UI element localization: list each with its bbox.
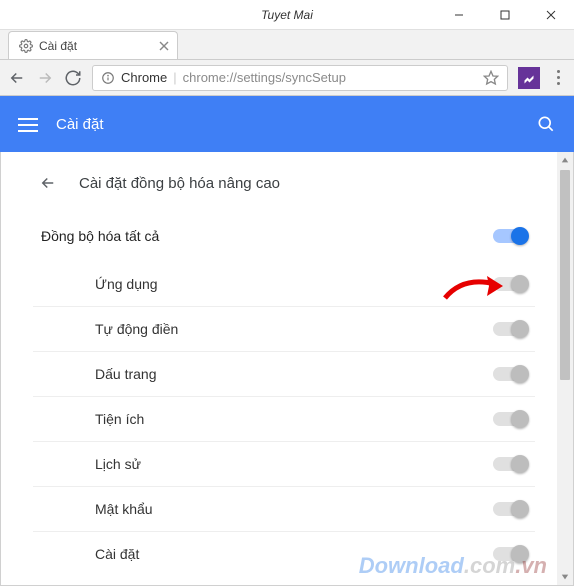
back-button[interactable] bbox=[8, 69, 26, 87]
section-title: Cài đặt đồng bộ hóa nâng cao bbox=[79, 175, 280, 192]
sync-item-row: Tiện ích bbox=[33, 397, 535, 442]
scrollbar[interactable] bbox=[557, 152, 573, 585]
sync-item-toggle[interactable] bbox=[493, 457, 527, 471]
sync-item-row: Ứng dụng bbox=[33, 262, 535, 307]
sync-item-toggle[interactable] bbox=[493, 322, 527, 336]
sync-item-row: Dấu trang bbox=[33, 352, 535, 397]
sync-item-label: Tự động điền bbox=[95, 321, 178, 337]
gear-icon bbox=[19, 39, 33, 53]
close-window-button[interactable] bbox=[528, 0, 574, 30]
tab-strip: Cài đặt bbox=[0, 30, 574, 60]
sync-item-label: Mật khẩu bbox=[95, 501, 153, 517]
scroll-down-icon[interactable] bbox=[557, 569, 573, 585]
sync-item-toggle[interactable] bbox=[493, 367, 527, 381]
sync-all-label: Đồng bộ hóa tất cả bbox=[41, 228, 159, 244]
settings-header: Cài đặt bbox=[0, 96, 574, 152]
bookmark-star-icon[interactable] bbox=[483, 70, 499, 86]
sync-item-label: Cài đặt bbox=[95, 546, 139, 562]
sync-item-row: Lịch sử bbox=[33, 442, 535, 487]
watermark-text: Download bbox=[359, 553, 464, 578]
settings-content: Cài đặt đồng bộ hóa nâng cao Đồng bộ hóa… bbox=[15, 152, 553, 585]
sync-item-label: Dấu trang bbox=[95, 366, 156, 382]
site-info-icon[interactable] bbox=[101, 71, 115, 85]
content-area: Cài đặt đồng bộ hóa nâng cao Đồng bộ hóa… bbox=[0, 152, 574, 586]
sync-item-row: Tự động điền bbox=[33, 307, 535, 352]
tab-settings[interactable]: Cài đặt bbox=[8, 31, 178, 59]
watermark: Download.com.vn bbox=[359, 553, 547, 579]
address-prefix: Chrome bbox=[121, 70, 167, 85]
section-header: Cài đặt đồng bộ hóa nâng cao bbox=[33, 174, 535, 214]
address-bar: Chrome | chrome://settings/syncSetup bbox=[0, 60, 574, 96]
watermark-text: .vn bbox=[515, 553, 547, 578]
sync-item-label: Ứng dụng bbox=[95, 276, 158, 292]
sync-item-label: Lịch sử bbox=[95, 456, 141, 472]
reload-button[interactable] bbox=[64, 69, 82, 87]
window-titlebar: Tuyet Mai bbox=[0, 0, 574, 30]
sync-item-toggle[interactable] bbox=[493, 277, 527, 291]
section-back-icon[interactable] bbox=[39, 174, 57, 192]
sync-item-row: Mật khẩu bbox=[33, 487, 535, 532]
search-icon[interactable] bbox=[536, 114, 556, 134]
address-url: chrome://settings/syncSetup bbox=[183, 70, 346, 85]
sync-all-toggle[interactable] bbox=[493, 229, 527, 243]
extension-button[interactable] bbox=[518, 67, 540, 89]
tab-title: Cài đặt bbox=[39, 39, 77, 53]
minimize-button[interactable] bbox=[436, 0, 482, 30]
forward-button[interactable] bbox=[36, 69, 54, 87]
window-title: Tuyet Mai bbox=[261, 8, 313, 22]
sync-item-label: Tiện ích bbox=[95, 411, 144, 427]
settings-title: Cài đặt bbox=[56, 116, 104, 133]
chrome-menu-button[interactable] bbox=[550, 70, 566, 86]
hamburger-menu-icon[interactable] bbox=[18, 114, 38, 134]
sync-all-row: Đồng bộ hóa tất cả bbox=[33, 214, 535, 262]
watermark-text: .com bbox=[464, 553, 515, 578]
address-field[interactable]: Chrome | chrome://settings/syncSetup bbox=[92, 65, 508, 91]
sync-item-toggle[interactable] bbox=[493, 502, 527, 516]
scroll-thumb[interactable] bbox=[560, 170, 570, 380]
sync-item-toggle[interactable] bbox=[493, 412, 527, 426]
close-tab-icon[interactable] bbox=[159, 41, 169, 51]
scroll-up-icon[interactable] bbox=[557, 152, 573, 168]
maximize-button[interactable] bbox=[482, 0, 528, 30]
